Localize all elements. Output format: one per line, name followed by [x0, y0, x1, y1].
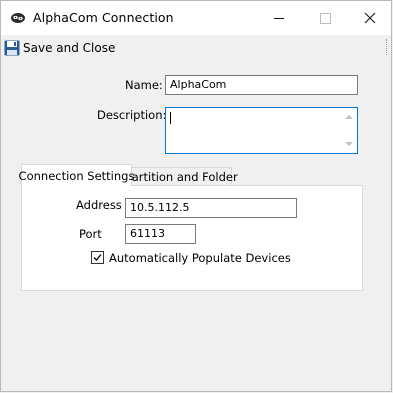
maximize-button[interactable]: [302, 1, 348, 35]
port-input[interactable]: 61113: [125, 224, 196, 244]
auto-populate-checkbox[interactable]: [91, 251, 104, 264]
maximize-icon: [319, 12, 331, 24]
scroll-up-icon[interactable]: [345, 115, 353, 119]
minimize-icon: [274, 17, 284, 19]
close-button[interactable]: [347, 1, 393, 35]
save-and-close-label: Save and Close: [23, 41, 116, 55]
minimize-button[interactable]: [256, 1, 302, 35]
dialog-window: AlphaCom Connection Save and Close Name:…: [0, 0, 392, 392]
text-caret: [170, 112, 171, 124]
address-input[interactable]: 10.5.112.5: [125, 198, 297, 218]
name-label: Name:: [125, 78, 163, 92]
checkmark-icon: [93, 254, 102, 261]
description-input[interactable]: [165, 107, 358, 154]
window-title: AlphaCom Connection: [33, 10, 174, 25]
description-label: Description:: [97, 108, 167, 122]
title-bar[interactable]: AlphaCom Connection: [1, 1, 391, 35]
floppy-disk-icon: [4, 40, 20, 56]
scroll-down-icon[interactable]: [345, 142, 353, 146]
tab-partition-and-folder[interactable]: Partition and Folder: [125, 167, 238, 186]
toolbar: Save and Close: [1, 35, 391, 60]
app-icon: [11, 13, 25, 23]
port-label: Port: [79, 227, 102, 241]
save-and-close-button[interactable]: Save and Close: [4, 38, 115, 58]
toolbar-grip[interactable]: [386, 39, 390, 55]
auto-populate-label[interactable]: Automatically Populate Devices: [109, 251, 291, 265]
address-label: Address: [76, 198, 122, 212]
description-scrollbar[interactable]: [341, 108, 357, 153]
tab-connection-settings[interactable]: Connection Settings: [19, 164, 134, 186]
close-icon: [364, 12, 376, 24]
name-input[interactable]: AlphaCom: [165, 75, 358, 95]
